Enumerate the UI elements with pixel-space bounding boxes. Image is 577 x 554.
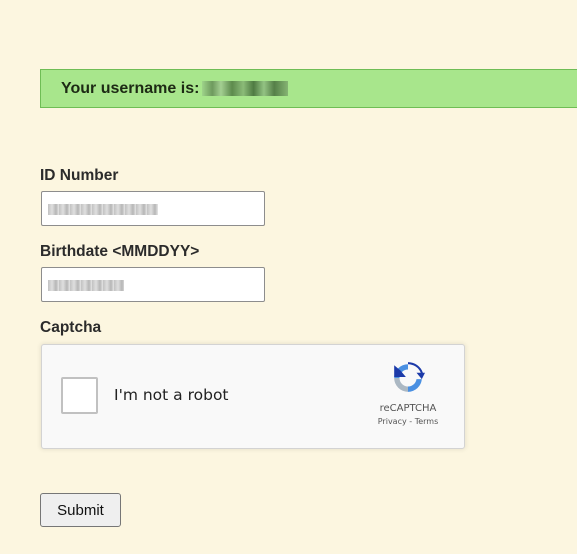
id-number-label: ID Number [40,167,119,184]
not-a-robot-text: I'm not a robot [114,386,229,404]
captcha-label: Captcha [40,319,102,336]
recaptcha-branding: reCAPTCHA Privacy - Terms [368,361,448,426]
recaptcha-logo-icon [394,362,425,392]
id-number-input[interactable] [41,191,265,226]
recaptcha-links[interactable]: Privacy - Terms [368,417,448,426]
redacted-username [202,81,289,96]
not-a-robot-checkbox[interactable] [61,377,98,414]
birthdate-label: Birthdate <MMDDYY> [40,243,200,260]
recaptcha-brand: reCAPTCHA [379,403,437,414]
redacted-birthdate [48,280,124,291]
username-banner: Your username is: [40,69,577,108]
submit-button[interactable]: Submit [40,493,121,527]
birthdate-input[interactable] [41,267,265,302]
page-panel: Your username is: ID Number Birthdate <M… [0,0,577,554]
username-banner-text: Your username is: [61,79,200,97]
recaptcha-widget: I'm not a robot reCAPTCHA Privacy - Term… [41,344,465,449]
redacted-id-number [48,204,158,215]
